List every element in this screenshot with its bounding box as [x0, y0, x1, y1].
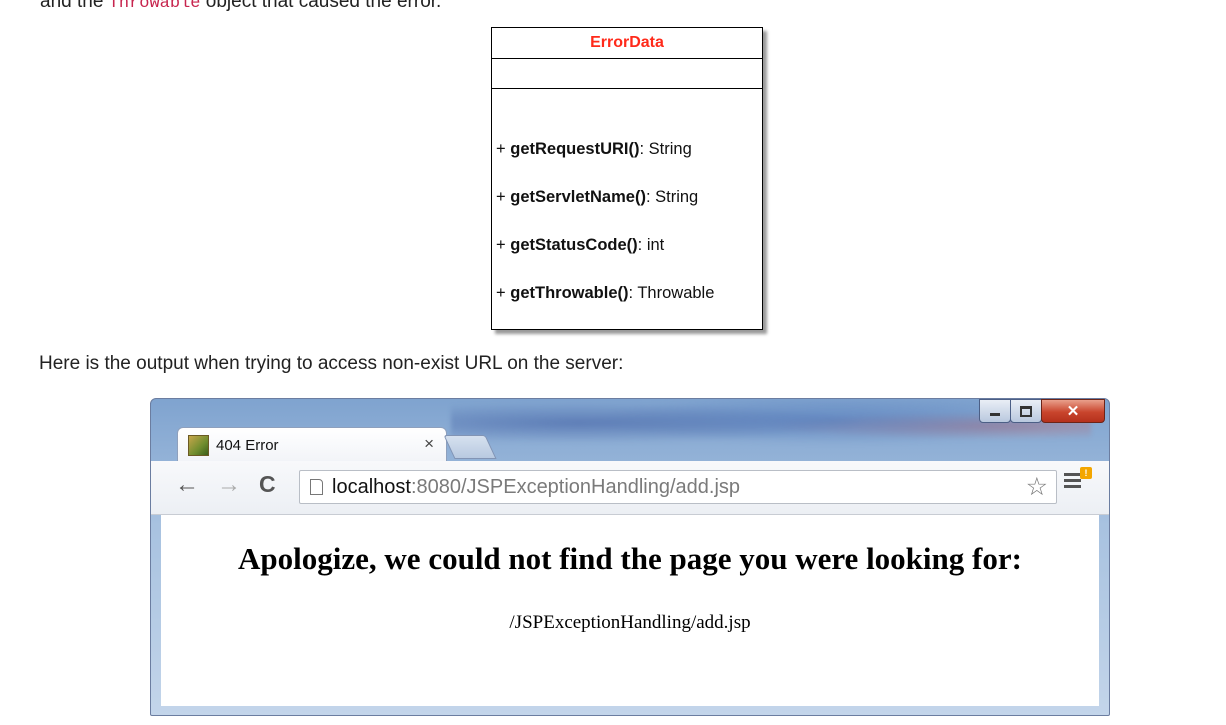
tab-title: 404 Error — [216, 436, 279, 454]
uml-operation: + getRequestURI(): String — [492, 131, 762, 179]
uml-operations-section: + getRequestURI(): String + getServletNa… — [492, 89, 762, 323]
close-icon: ✕ — [1066, 403, 1080, 420]
uml-class-diagram: ErrorData + getRequestURI(): String + ge… — [491, 27, 763, 330]
url-text[interactable]: localhost:8080/JSPExceptionHandling/add.… — [332, 476, 740, 499]
op-type: : int — [637, 236, 665, 254]
browser-toolbar: ← → C localhost:8080/JSPExceptionHandlin… — [151, 461, 1109, 515]
update-badge: ! — [1080, 467, 1092, 479]
browser-window: ✕ 404 Error × ← → C localhost:8080/JSPEx… — [150, 398, 1110, 716]
intro-prefix: and the — [40, 0, 109, 12]
op-name: getRequestURI() — [510, 140, 640, 158]
uml-operation: + getServletName(): String — [492, 179, 762, 227]
tab-404-error[interactable]: 404 Error × — [177, 427, 447, 462]
star-icon[interactable]: ☆ — [1026, 472, 1048, 502]
uml-class-name: ErrorData — [492, 28, 762, 59]
arrow-left-icon[interactable]: ← — [175, 471, 199, 499]
intro-suffix: object that caused the error. — [200, 0, 442, 12]
op-name: getServletName() — [510, 188, 646, 206]
error-heading: Apologize, we could not find the page yo… — [238, 541, 1022, 576]
uml-operation: + getThrowable(): Throwable — [492, 275, 762, 323]
op-visibility: + — [496, 236, 506, 254]
tab-close-icon[interactable]: × — [424, 434, 434, 454]
maximize-icon — [1020, 405, 1032, 417]
op-type: : String — [639, 140, 692, 158]
screenshot-caption: Here is the output when trying to access… — [39, 353, 624, 374]
op-name: getThrowable() — [510, 284, 629, 302]
window-controls: ✕ — [979, 399, 1105, 423]
hamburger-menu-icon[interactable]: ! — [1064, 467, 1092, 491]
uml-operation: + getStatusCode(): int — [492, 227, 762, 275]
minimize-icon — [990, 412, 1000, 416]
url-host: localhost — [332, 475, 411, 498]
uml-attributes-section — [492, 59, 762, 89]
op-visibility: + — [496, 188, 506, 206]
maximize-button[interactable] — [1010, 399, 1042, 423]
page-viewport: Apologize, we could not find the page yo… — [161, 515, 1099, 706]
minimize-button[interactable] — [979, 399, 1011, 423]
op-visibility: + — [496, 284, 506, 302]
address-bar[interactable]: localhost:8080/JSPExceptionHandling/add.… — [299, 470, 1057, 504]
op-name: getStatusCode() — [510, 236, 638, 254]
favicon-icon — [188, 434, 209, 456]
arrow-right-icon[interactable]: → — [217, 471, 241, 499]
op-type: : Throwable — [628, 284, 715, 302]
requested-path: /JSPExceptionHandling/add.jsp — [509, 612, 751, 633]
page-icon — [310, 479, 323, 495]
intro-code: Throwable — [108, 0, 201, 13]
intro-line: and the Throwable object that caused the… — [40, 0, 441, 13]
reload-icon[interactable]: C — [259, 471, 276, 498]
close-window-button[interactable]: ✕ — [1041, 399, 1105, 423]
op-visibility: + — [496, 140, 506, 158]
url-path: :8080/JSPExceptionHandling/add.jsp — [410, 475, 741, 498]
op-type: : String — [645, 188, 699, 206]
